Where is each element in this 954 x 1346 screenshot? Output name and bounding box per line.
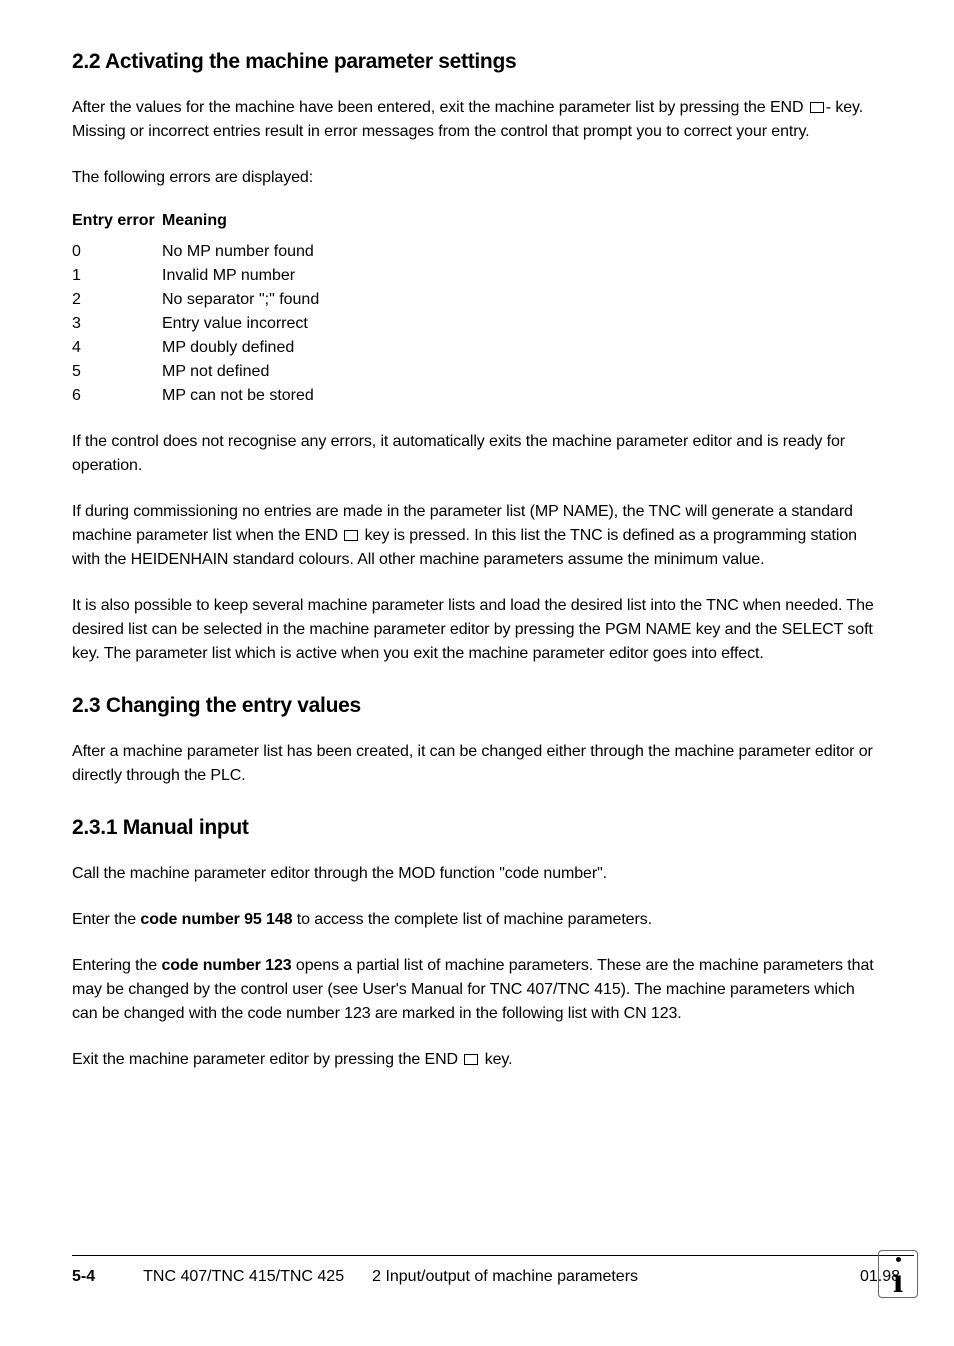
- paragraph: Call the machine parameter editor throug…: [72, 862, 882, 886]
- paragraph: Exit the machine parameter editor by pre…: [72, 1048, 882, 1072]
- heading-2-3-1: 2.3.1 Manual input: [72, 816, 882, 840]
- cell-code: 4: [72, 336, 162, 360]
- paragraph: Entering the code number 123 opens a par…: [72, 954, 882, 1026]
- text: After the values for the machine have be…: [72, 99, 808, 116]
- table-row: 2No separator ";" found: [72, 288, 882, 312]
- table-header-col2: Meaning: [162, 212, 227, 229]
- cell-code: 5: [72, 360, 162, 384]
- paragraph: It is also possible to keep several mach…: [72, 594, 882, 666]
- page-footer: 5-4 TNC 407/TNC 415/TNC 425 2 Input/outp…: [72, 1255, 914, 1286]
- cell-meaning: MP can not be stored: [162, 387, 314, 404]
- paragraph: The following errors are displayed:: [72, 166, 882, 190]
- cell-meaning: Entry value incorrect: [162, 315, 308, 332]
- table-header-col1: Entry error: [72, 212, 162, 230]
- paragraph: If during commissioning no entries are m…: [72, 500, 882, 572]
- cell-meaning: Invalid MP number: [162, 267, 295, 284]
- text: key.: [480, 1051, 512, 1068]
- cell-meaning: No separator ";" found: [162, 291, 319, 308]
- error-table: 0No MP number found 1Invalid MP number 2…: [72, 240, 882, 408]
- table-row: 5MP not defined: [72, 360, 882, 384]
- table-row: 3Entry value incorrect: [72, 312, 882, 336]
- info-stem: ı: [893, 1262, 903, 1298]
- cell-code: 0: [72, 240, 162, 264]
- paragraph: If the control does not recognise any er…: [72, 430, 882, 478]
- bold-text: code number 95 148: [140, 911, 292, 928]
- paragraph: After the values for the machine have be…: [72, 96, 882, 144]
- cell-code: 6: [72, 384, 162, 408]
- document-content: 2.2 Activating the machine parameter set…: [72, 50, 882, 1072]
- page-number: 5-4: [72, 1268, 95, 1286]
- cell-code: 3: [72, 312, 162, 336]
- table-row: 1Invalid MP number: [72, 264, 882, 288]
- text: Exit the machine parameter editor by pre…: [72, 1051, 462, 1068]
- end-key-icon: [810, 102, 824, 113]
- cell-meaning: No MP number found: [162, 243, 314, 260]
- section-title: 2 Input/output of machine parameters: [372, 1268, 860, 1286]
- end-key-icon: [464, 1054, 478, 1065]
- paragraph: Enter the code number 95 148 to access t…: [72, 908, 882, 932]
- document-title: TNC 407/TNC 415/TNC 425: [143, 1268, 344, 1286]
- table-header-row: Entry errorMeaning: [72, 212, 882, 230]
- cell-meaning: MP doubly defined: [162, 339, 294, 356]
- paragraph: After a machine parameter list has been …: [72, 740, 882, 788]
- info-icon: ı: [878, 1250, 918, 1298]
- cell-code: 2: [72, 288, 162, 312]
- end-key-icon: [344, 530, 358, 541]
- cell-meaning: MP not defined: [162, 363, 269, 380]
- heading-2-2: 2.2 Activating the machine parameter set…: [72, 50, 882, 74]
- cell-code: 1: [72, 264, 162, 288]
- table-row: 6MP can not be stored: [72, 384, 882, 408]
- text: Entering the: [72, 957, 161, 974]
- text: to access the complete list of machine p…: [292, 911, 652, 928]
- table-row: 4MP doubly defined: [72, 336, 882, 360]
- table-row: 0No MP number found: [72, 240, 882, 264]
- heading-2-3: 2.3 Changing the entry values: [72, 694, 882, 718]
- bold-text: code number 123: [161, 957, 291, 974]
- text: Enter the: [72, 911, 140, 928]
